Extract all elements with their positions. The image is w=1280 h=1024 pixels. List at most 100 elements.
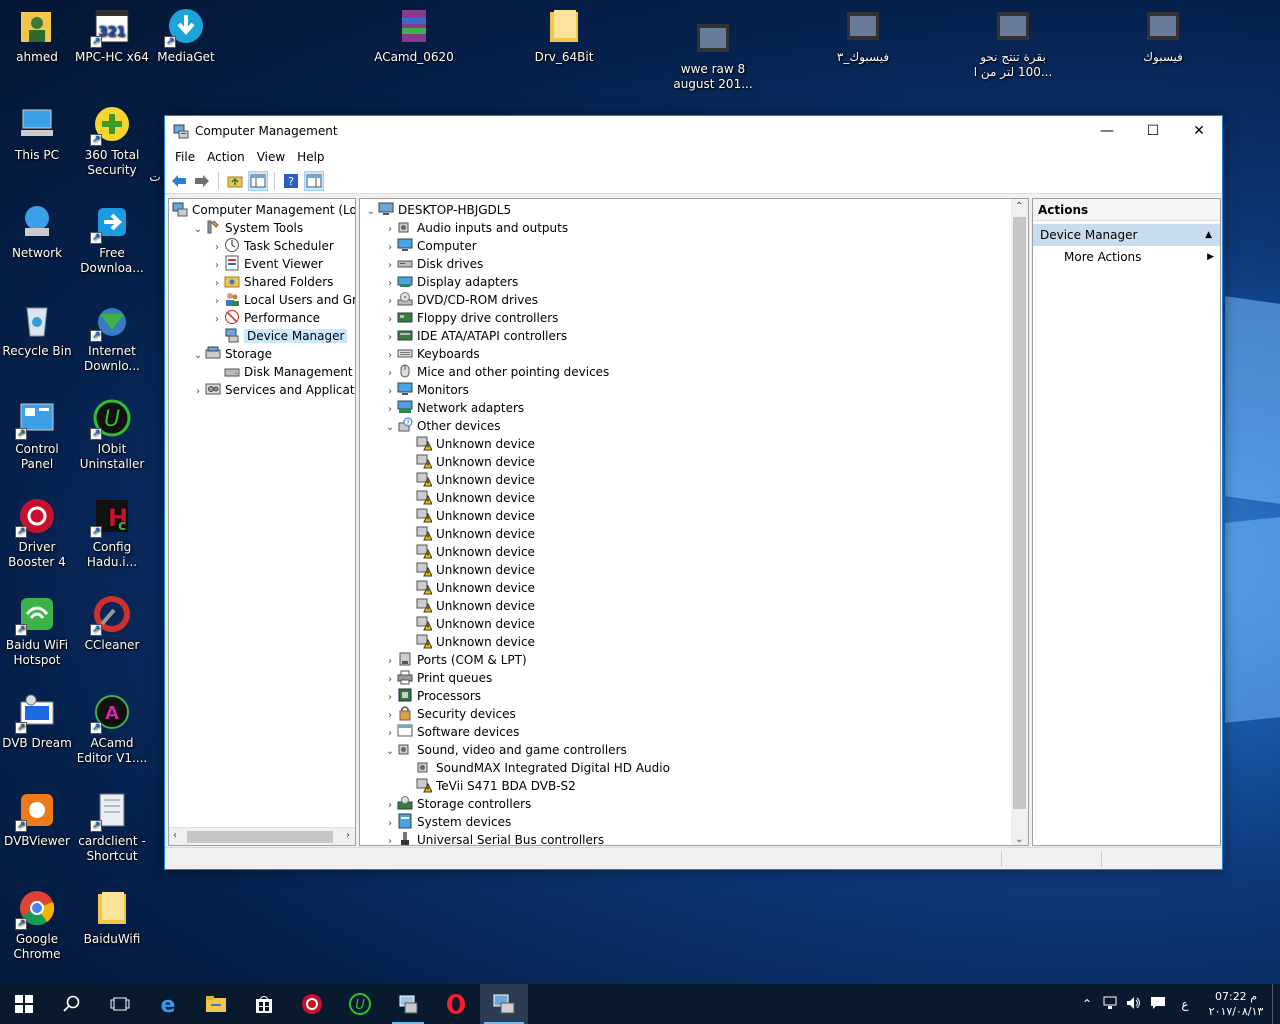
console-tree-item[interactable]: Device Manager [169,327,355,345]
clock[interactable]: 07:22 م ٢٠١٧/٠٨/١٣ [1200,989,1272,1019]
device-category[interactable]: › Software devices [360,723,1028,741]
console-tree-item[interactable]: › Shared Folders [169,273,355,291]
console-tree-item[interactable]: Computer Management (Local [169,201,355,219]
device-category[interactable]: › Mice and other pointing devices [360,363,1028,381]
action-center-tray-icon[interactable] [1146,996,1170,1013]
forward-button[interactable] [192,171,212,191]
device-item[interactable]: Unknown device [360,543,1028,561]
console-tree-item[interactable]: Disk Management [169,363,355,381]
device-category[interactable]: › Universal Serial Bus controllers [360,831,1028,845]
device-category[interactable]: › Storage controllers [360,795,1028,813]
menu-file[interactable]: File [169,150,201,164]
device-item[interactable]: Unknown device [360,633,1028,651]
desktop-icon[interactable]: ahmed [0,6,74,65]
console-tree-item[interactable]: › Performance [169,309,355,327]
device-category[interactable]: › Ports (COM & LPT) [360,651,1028,669]
horizontal-scroll-thumb[interactable] [187,831,333,843]
vertical-scroll-thumb[interactable] [1013,217,1026,809]
device-item[interactable]: Unknown device [360,453,1028,471]
device-category[interactable]: › Security devices [360,705,1028,723]
driver-booster-taskbar-button[interactable] [288,984,336,1024]
device-item[interactable]: SoundMAX Integrated Digital HD Audio [360,759,1028,777]
cardclient-taskbar-button[interactable] [384,984,432,1024]
device-category[interactable]: ⌄ Sound, video and game controllers [360,741,1028,759]
desktop-icon[interactable]: This PC [0,104,74,163]
device-item[interactable]: Unknown device [360,615,1028,633]
desktop-icon[interactable]: MediaGet [149,6,223,65]
show-hide-tree-button[interactable] [248,170,268,191]
start-button[interactable] [0,984,48,1024]
device-category[interactable]: › Monitors [360,381,1028,399]
menu-action[interactable]: Action [201,150,251,164]
show-desktop-button[interactable] [1272,984,1280,1024]
device-tree-root[interactable]: ⌄ DESKTOP-HBJGDL5 [360,201,1028,219]
minimize-button[interactable]: — [1084,116,1130,146]
computer-management-taskbar-button[interactable] [480,984,528,1024]
device-category[interactable]: ⌄? Other devices [360,417,1028,435]
volume-tray-icon[interactable] [1122,996,1146,1013]
desktop-icon[interactable]: Drv_64Bit [524,6,604,65]
device-category[interactable]: › System devices [360,813,1028,831]
desktop-icon[interactable]: CCleaner [75,594,149,653]
actions-section-device-manager[interactable]: Device Manager ▲ [1033,224,1220,246]
scroll-up-icon[interactable]: ⌃ [1015,201,1023,212]
edge-button[interactable]: e [144,984,192,1024]
device-item[interactable]: Unknown device [360,525,1028,543]
desktop-icon[interactable]: 360 Total Security [75,104,149,178]
device-item[interactable]: Unknown device [360,489,1028,507]
show-hidden-icons-button[interactable]: ⌃ [1076,997,1098,1011]
desktop-icon[interactable]: DVBViewer [0,790,74,849]
horizontal-scrollbar[interactable]: ‹ › [169,827,355,845]
desktop-icon[interactable]: Google Chrome [0,888,74,962]
desktop-icon[interactable]: Internet Downlo... [75,300,149,374]
device-category[interactable]: › Disk drives [360,255,1028,273]
opera-button[interactable] [432,984,480,1024]
desktop-icon[interactable]: cardclient - Shortcut [75,790,149,864]
scroll-down-icon[interactable]: ⌄ [1015,834,1023,845]
device-item[interactable]: Unknown device [360,579,1028,597]
expand-chevron-icon[interactable]: › [191,383,205,401]
maximize-button[interactable]: ☐ [1130,116,1176,146]
device-item[interactable]: Unknown device [360,507,1028,525]
console-tree-item[interactable]: › Services and Applications [169,381,355,399]
device-category[interactable]: › Display adapters [360,273,1028,291]
console-tree-item[interactable]: › Event Viewer [169,255,355,273]
desktop-icon[interactable]: U IObit Uninstaller [75,398,149,472]
desktop-icon[interactable]: Driver Booster 4 [0,496,74,570]
device-item[interactable]: TeVii S471 BDA DVB-S2 [360,777,1028,795]
show-hide-action-pane-button[interactable] [304,170,324,191]
device-category[interactable]: › Audio inputs and outputs [360,219,1028,237]
console-tree-item[interactable]: ›Local Users and Groups [169,291,355,309]
device-category[interactable]: › Print queues [360,669,1028,687]
desktop-icon[interactable]: فيسبوك [1123,6,1203,65]
up-level-button[interactable] [225,171,245,191]
device-item[interactable]: Unknown device [360,435,1028,453]
expand-chevron-icon[interactable]: › [383,833,397,845]
network-tray-icon[interactable] [1098,996,1122,1013]
desktop-icon[interactable]: Control Panel [0,398,74,472]
device-item[interactable]: Unknown device [360,471,1028,489]
vertical-scrollbar[interactable]: ⌃ ⌄ [1011,199,1028,845]
desktop-icon[interactable]: Free Downloa... [75,202,149,276]
store-button[interactable] [240,984,288,1024]
desktop-icon[interactable]: Network [0,202,74,261]
file-explorer-button[interactable] [192,984,240,1024]
menu-view[interactable]: View [251,150,291,164]
help-button[interactable]: ? [281,171,301,191]
task-view-button[interactable] [96,984,144,1024]
more-actions-item[interactable]: More Actions ▶ [1033,246,1220,268]
desktop-icon[interactable]: HcConfig Hadu.i... [75,496,149,570]
desktop-icon[interactable]: wwe raw 8 august 201... [673,18,753,92]
title-bar[interactable]: Computer Management — ☐ ✕ [165,116,1222,146]
iobit-taskbar-button[interactable]: U [336,984,384,1024]
back-button[interactable] [169,171,189,191]
device-category[interactable]: › IDE ATA/ATAPI controllers [360,327,1028,345]
desktop-icon[interactable]: DVB Dream [0,692,74,751]
device-category[interactable]: › Keyboards [360,345,1028,363]
device-item[interactable]: Unknown device [360,561,1028,579]
scroll-left-icon[interactable]: ‹ [173,830,177,841]
desktop-icon[interactable]: A ACamd Editor V1.... [75,692,149,766]
search-button[interactable] [48,984,96,1024]
desktop-icon[interactable]: Recycle Bin [0,300,74,359]
desktop-icon[interactable]: فيسبوك_٣ [823,6,903,65]
